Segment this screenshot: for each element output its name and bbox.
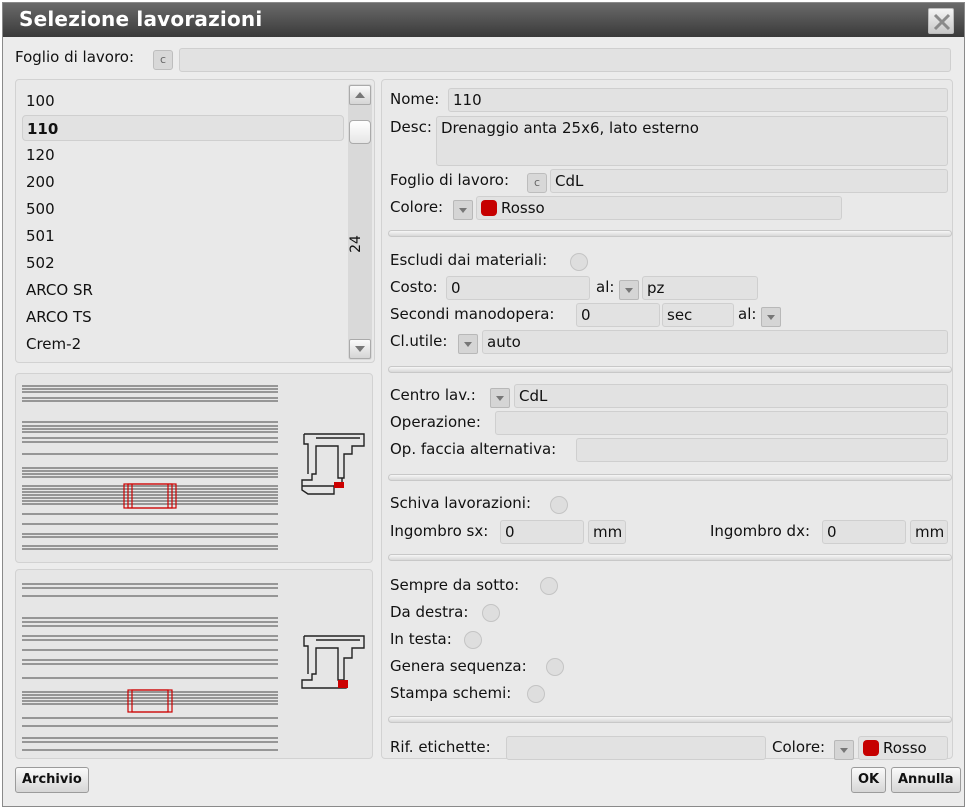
scroll-up-button[interactable]	[349, 85, 371, 105]
testa-label: In testa:	[390, 630, 452, 648]
clutile-field[interactable]: auto	[482, 330, 948, 354]
list-item[interactable]: 200	[22, 169, 344, 195]
desc-label: Desc:	[390, 118, 432, 136]
escludi-label: Escludi dai materiali:	[390, 251, 548, 269]
colore-value: Rosso	[501, 199, 545, 217]
ingdx-unit: mm	[910, 520, 948, 544]
separator-1	[388, 230, 952, 237]
foglio-detail-field[interactable]: CdL	[550, 169, 948, 193]
ingdx-field[interactable]: 0	[822, 520, 906, 544]
opfaccia-label: Op. faccia alternativa:	[390, 440, 557, 458]
colore-label: Colore:	[390, 198, 444, 216]
destra-radio[interactable]	[482, 604, 500, 622]
footer-colore-label: Colore:	[772, 738, 826, 756]
window-title: Selezione lavorazioni	[19, 7, 263, 31]
stampa-radio[interactable]	[527, 685, 545, 703]
clutile-label: Cl.utile:	[390, 332, 448, 350]
stampa-label: Stampa schemi:	[390, 684, 512, 702]
close-icon	[933, 13, 951, 31]
colore-field[interactable]: Rosso	[476, 196, 842, 220]
centro-dropdown[interactable]	[490, 388, 510, 408]
list-item[interactable]: 100	[22, 88, 344, 114]
separator-2	[388, 366, 952, 373]
schiva-radio[interactable]	[550, 496, 568, 514]
dialog-window: Selezione lavorazioni Foglio di lavoro: …	[2, 2, 965, 807]
ingsx-field[interactable]: 0	[500, 520, 584, 544]
centro-label: Centro lav.:	[390, 386, 476, 404]
rif-field[interactable]	[506, 736, 766, 760]
ingdx-label: Ingombro dx:	[710, 522, 810, 540]
list-item[interactable]: 502	[22, 250, 344, 276]
al-dropdown[interactable]	[619, 280, 639, 300]
opfaccia-field[interactable]	[576, 438, 948, 462]
al-field[interactable]: pz	[642, 276, 758, 300]
list-item[interactable]: 110	[22, 115, 344, 141]
escludi-radio[interactable]	[570, 253, 588, 271]
list-panel: 100 110 120 200 500 501 502 ARCO SR ARCO TS Crem-…	[15, 79, 375, 363]
desc-field[interactable]: Drenaggio anta 25x6, lato esterno	[436, 116, 948, 166]
scrollbar[interactable]: 24	[348, 84, 372, 360]
scroll-count: 24	[348, 235, 364, 253]
profile-preview-image	[22, 385, 365, 550]
foglio-detail-label: Foglio di lavoro:	[390, 171, 510, 189]
costo-label: Costo:	[390, 278, 438, 296]
footer-colore-value: Rosso	[883, 739, 927, 757]
al-label: al:	[596, 278, 615, 296]
secondi-field[interactable]: 0	[576, 303, 660, 327]
scroll-down-button[interactable]	[349, 339, 371, 359]
separator-3	[388, 474, 952, 481]
title-bar: Selezione lavorazioni	[3, 3, 964, 37]
clutile-dropdown[interactable]	[458, 334, 478, 354]
profile-preview-image-alt	[22, 583, 365, 751]
footer-colore-field[interactable]: Rosso	[858, 736, 948, 760]
sempre-radio[interactable]	[540, 577, 558, 595]
ingsx-unit: mm	[588, 520, 626, 544]
genera-label: Genera sequenza:	[390, 657, 527, 675]
list-item[interactable]: 500	[22, 196, 344, 222]
centro-field[interactable]: CdL	[514, 384, 948, 408]
schiva-label: Schiva lavorazioni:	[390, 494, 531, 512]
foglio-label: Foglio di lavoro:	[15, 48, 135, 66]
foglio-detail-c-button[interactable]: c	[527, 173, 547, 193]
nome-label: Nome:	[390, 90, 440, 108]
chevron-down-icon	[355, 346, 365, 352]
separator-4	[388, 554, 952, 561]
operazione-field[interactable]	[495, 411, 948, 435]
details-panel: Nome: 110 Desc: Drenaggio anta 25x6, lat…	[381, 79, 953, 760]
footer-red-swatch-icon	[863, 740, 879, 756]
colore-dropdown[interactable]	[453, 200, 473, 220]
separator-5	[388, 716, 952, 723]
chevron-up-icon	[355, 92, 365, 98]
list-item[interactable]: ARCO SR	[22, 277, 344, 303]
rif-label: Rif. etichette:	[390, 738, 491, 756]
ok-button[interactable]: OK	[851, 767, 887, 793]
list-item[interactable]: Crem-2	[22, 331, 344, 357]
annulla-button[interactable]: Annulla	[891, 767, 961, 793]
nome-field[interactable]: 110	[448, 88, 948, 112]
ingsx-label: Ingombro sx:	[390, 522, 489, 540]
red-swatch-icon	[481, 200, 497, 216]
secondi-label: Secondi manodopera:	[390, 305, 555, 323]
foglio-c-button[interactable]: c	[153, 50, 173, 70]
list-item[interactable]: 501	[22, 223, 344, 249]
archivio-button[interactable]: Archivio	[15, 767, 89, 793]
destra-label: Da destra:	[390, 603, 469, 621]
close-button[interactable]	[928, 8, 954, 34]
list-item[interactable]: 120	[22, 142, 344, 168]
sec-unit-field: sec	[662, 303, 734, 327]
testa-radio[interactable]	[464, 631, 482, 649]
footer-colore-dropdown[interactable]	[834, 740, 854, 760]
foglio-field[interactable]	[179, 48, 951, 72]
genera-radio[interactable]	[546, 658, 564, 676]
scroll-thumb[interactable]	[349, 120, 371, 144]
costo-field[interactable]: 0	[446, 276, 590, 300]
operazione-label: Operazione:	[390, 413, 481, 431]
list-item[interactable]: ARCO TS	[22, 304, 344, 330]
preview-panel-top	[15, 373, 373, 563]
al2-dropdown[interactable]	[761, 307, 781, 327]
sempre-label: Sempre da sotto:	[390, 576, 520, 594]
al2-label: al:	[738, 305, 757, 323]
preview-panel-bottom	[15, 569, 373, 759]
